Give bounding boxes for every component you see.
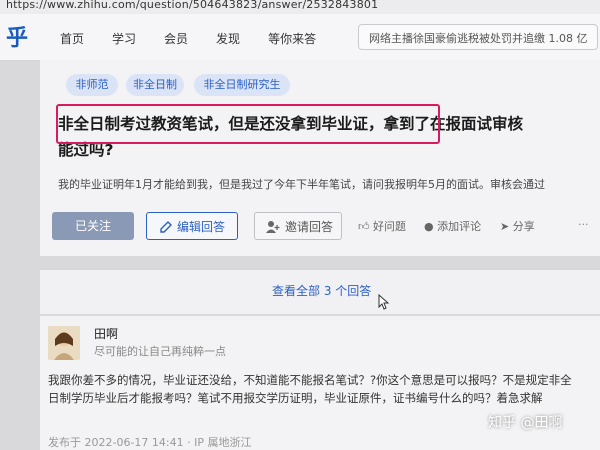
user-plus-icon: [266, 221, 280, 233]
author-bio: 尽可能的让自己再纯粹一点: [94, 345, 226, 358]
nav-learn[interactable]: 学习: [112, 30, 136, 47]
add-comment-button[interactable]: ● 添加评论: [424, 218, 481, 234]
search-input[interactable]: 网络主播徐国豪偷逃税被处罚并追缴 1.08 亿: [358, 24, 598, 50]
main-nav: 首页 学习 会员 发现 等你来答: [60, 30, 316, 47]
highlight-annotation-box: [56, 104, 440, 144]
answer-meta: 发布于 2022-06-17 14:41 · IP 属地浙江: [48, 436, 252, 449]
nav-home[interactable]: 首页: [60, 30, 84, 47]
view-all-answers-label: 查看全部 3 个回答: [272, 284, 372, 298]
good-question-label: 好问题: [373, 220, 406, 233]
tag-non-normal[interactable]: 非师范: [66, 74, 118, 96]
edit-answer-button[interactable]: 编辑回答: [146, 212, 238, 240]
tag-part-time[interactable]: 非全日制: [126, 74, 184, 96]
browser-url-bar[interactable]: https://www.zhihu.com/question/504643823…: [0, 0, 600, 14]
invite-answer-label: 邀请回答: [285, 220, 334, 234]
share-button[interactable]: ➤ 分享: [500, 218, 535, 234]
tag-part-time-grad[interactable]: 非全日制研究生: [194, 74, 290, 96]
thumbs-up-icon: 👍︎: [358, 220, 370, 233]
url-text: https://www.zhihu.com/question/504643823…: [6, 0, 379, 11]
nav-waiting-answers[interactable]: 等你来答: [268, 30, 316, 47]
zhihu-watermark: 知乎 @田啊: [488, 415, 563, 431]
comment-icon: ●: [424, 220, 434, 233]
zhihu-logo[interactable]: 乎: [6, 20, 28, 52]
more-options-icon[interactable]: ···: [578, 218, 589, 231]
invite-answer-button[interactable]: 邀请回答: [254, 212, 342, 240]
view-all-answers[interactable]: 查看全部 3 个回答: [40, 270, 600, 314]
mouse-pointer-icon: [378, 294, 390, 310]
question-card: 非师范 非全日制 非全日制研究生 非全日制考过教资笔试，但是还没拿到毕业证，拿到…: [40, 60, 600, 256]
share-icon: ➤: [500, 220, 510, 233]
top-navbar: 乎 首页 学习 会员 发现 等你来答 网络主播徐国豪偷逃税被处罚并追缴 1.08…: [0, 14, 600, 61]
nav-membership[interactable]: 会员: [164, 30, 188, 47]
good-question-button[interactable]: 👍︎ 好问题: [358, 218, 406, 234]
avatar[interactable]: [48, 326, 80, 360]
follow-button[interactable]: 已关注: [52, 212, 134, 240]
answer-body: 我跟你差不多的情况，毕业证还没给，不知道能不能报名笔试？?你这个意思是可以报吗？…: [48, 373, 572, 405]
add-comment-label: 添加评论: [437, 220, 482, 233]
edit-icon: [160, 221, 172, 233]
edit-answer-label: 编辑回答: [177, 220, 226, 234]
nav-discover[interactable]: 发现: [216, 30, 240, 47]
share-label: 分享: [512, 220, 535, 233]
answer-author[interactable]: 田啊: [94, 325, 118, 342]
question-description: 我的毕业证明年1月才能给到我，但是我过了今年下半年笔试，请问我报明年5月的面试。…: [58, 178, 545, 191]
